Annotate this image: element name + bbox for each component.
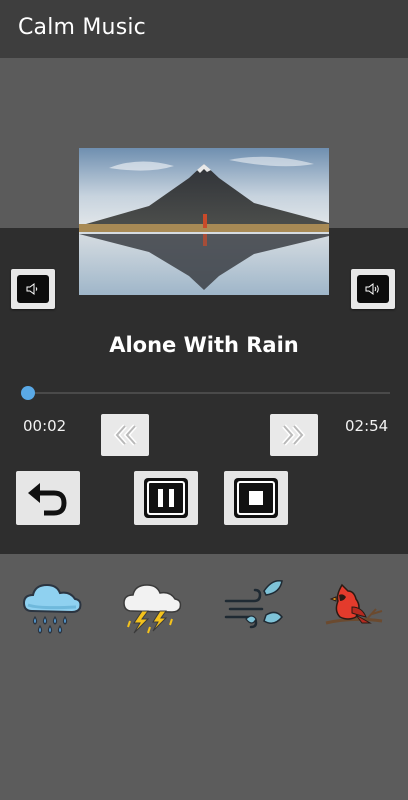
track-title: Alone With Rain xyxy=(109,333,299,357)
seek-bar[interactable] xyxy=(24,392,390,394)
repeat-icon xyxy=(28,483,67,516)
rewind-icon xyxy=(113,424,137,446)
seek-thumb[interactable] xyxy=(21,386,36,400)
app-bar: Calm Music xyxy=(0,0,408,58)
thunderstorm-sound-button[interactable] xyxy=(120,577,184,635)
volume-up-icon xyxy=(357,275,389,303)
volume-down-button[interactable] xyxy=(11,269,55,309)
rewind-button[interactable] xyxy=(101,414,149,456)
album-artwork xyxy=(79,148,329,295)
rain-sound-button[interactable] xyxy=(20,577,84,635)
wind-sound-button[interactable] xyxy=(220,577,284,635)
volume-up-button[interactable] xyxy=(351,269,395,309)
stop-icon xyxy=(234,478,278,518)
stop-button[interactable] xyxy=(224,471,288,525)
bird-branch-icon xyxy=(325,583,383,625)
total-time: 02:54 xyxy=(345,417,389,435)
fast-forward-button[interactable] xyxy=(270,414,318,456)
rain-cloud-icon xyxy=(22,583,82,634)
fast-forward-icon xyxy=(282,424,306,446)
app-title: Calm Music xyxy=(18,15,146,40)
current-time: 00:02 xyxy=(23,417,67,435)
thunderstorm-cloud-icon xyxy=(123,584,182,634)
repeat-button[interactable] xyxy=(16,471,80,525)
pause-button[interactable] xyxy=(134,471,198,525)
pause-icon xyxy=(144,478,188,518)
volume-down-icon xyxy=(17,275,49,303)
wind-leaves-icon xyxy=(224,579,283,629)
bird-sound-button[interactable] xyxy=(322,577,386,635)
